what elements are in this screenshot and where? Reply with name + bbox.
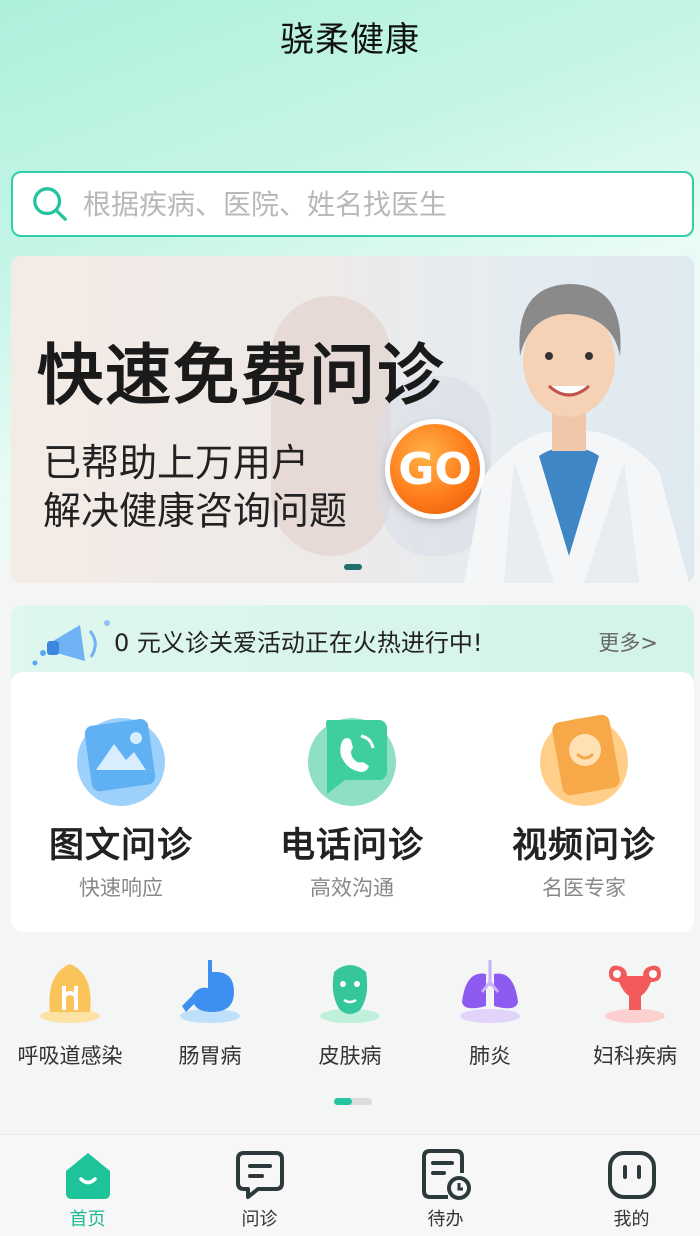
phone-consult-icon xyxy=(308,718,396,806)
service-name: 电话问诊 xyxy=(279,826,424,866)
tab-home[interactable]: 首页 xyxy=(0,1135,175,1236)
banner-headline: 快速免费问诊 xyxy=(37,336,445,414)
service-desc: 高效沟通 xyxy=(310,876,394,900)
app-title: 骁柔健康 xyxy=(280,20,420,60)
megaphone-icon xyxy=(32,620,110,666)
uterus-icon xyxy=(605,965,665,1023)
search-icon xyxy=(33,187,67,221)
tab-label: 待办 xyxy=(427,1209,464,1230)
tab-todo[interactable]: 待办 xyxy=(358,1135,533,1236)
notice-more-link[interactable]: 更多> xyxy=(598,627,658,657)
search-bar[interactable] xyxy=(11,171,694,237)
service-desc: 快速响应 xyxy=(79,876,163,900)
category-label: 妇科疾病 xyxy=(593,1044,677,1068)
category-label: 肠胃病 xyxy=(178,1044,242,1068)
doctor-illustration xyxy=(464,284,689,583)
tab-label: 问诊 xyxy=(241,1209,278,1230)
service-name: 视频问诊 xyxy=(511,826,656,866)
tab-label: 我的 xyxy=(613,1209,650,1230)
tab-label: 首页 xyxy=(69,1209,106,1230)
category-label: 呼吸道感染 xyxy=(17,1044,123,1068)
home-icon xyxy=(66,1153,110,1199)
service-name: 图文问诊 xyxy=(48,826,193,866)
stomach-icon xyxy=(180,960,240,1023)
category-pager xyxy=(334,1098,372,1105)
consult-services-card: 图文问诊 快速响应 电话问诊 高效沟通 视频问诊 名医专家 xyxy=(11,672,694,932)
profile-icon xyxy=(608,1151,656,1199)
promo-banner[interactable]: 快速免费问诊 已帮助上万用户 解决健康咨询问题 GO xyxy=(11,256,694,583)
bottom-tab-bar: 首页 问诊 待办 我的 xyxy=(0,1134,700,1236)
category-label: 皮肤病 xyxy=(318,1044,382,1068)
search-input[interactable] xyxy=(83,187,643,221)
skin-mask-icon xyxy=(320,965,380,1023)
banner-subtitle-line1: 已帮助上万用户 xyxy=(43,441,310,485)
todo-clock-icon xyxy=(422,1149,471,1200)
category-label: 肺炎 xyxy=(469,1044,511,1068)
banner-pagination-dot xyxy=(344,564,362,570)
tab-profile[interactable]: 我的 xyxy=(544,1135,700,1236)
lungs-icon xyxy=(460,960,520,1023)
video-consult-icon xyxy=(540,714,628,806)
pager-active-indicator xyxy=(334,1098,352,1105)
chat-icon xyxy=(236,1151,284,1199)
notice-text: 0 元义诊关爱活动正在火热进行中! xyxy=(114,629,483,657)
service-desc: 名医专家 xyxy=(542,876,626,900)
respiratory-icon xyxy=(40,964,100,1023)
image-text-consult-icon xyxy=(77,718,165,806)
disease-categories: 呼吸道感染 肠胃病 皮肤病 肺炎 妇科疾病 xyxy=(0,948,700,1078)
tab-consult[interactable]: 问诊 xyxy=(172,1135,347,1236)
banner-subtitle-line2: 解决健康咨询问题 xyxy=(43,489,348,533)
